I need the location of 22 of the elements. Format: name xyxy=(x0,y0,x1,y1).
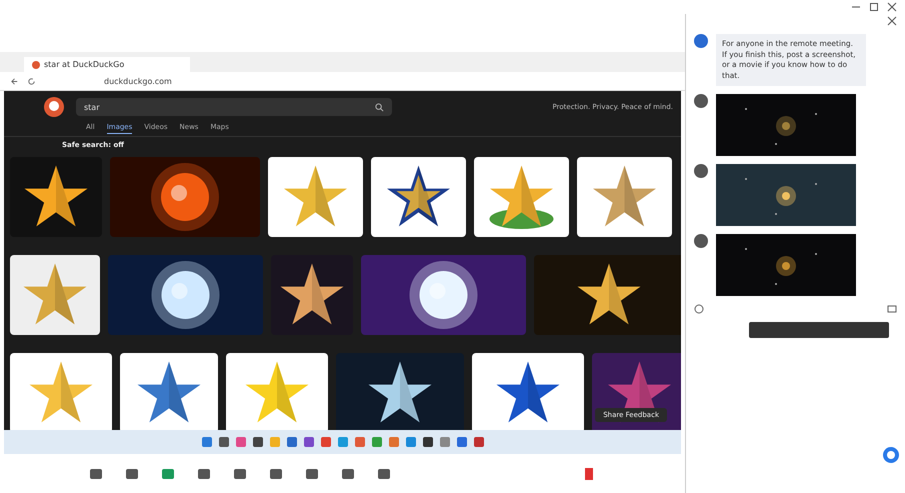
toolbar-icon[interactable] xyxy=(232,466,246,480)
back-arrow-icon[interactable] xyxy=(10,76,19,86)
toolbar-icon[interactable] xyxy=(376,466,390,480)
avatar-icon xyxy=(694,234,708,248)
toolbar-icon[interactable] xyxy=(160,466,174,480)
search-field[interactable]: star xyxy=(76,98,392,116)
close-icon[interactable] xyxy=(887,2,897,12)
avatar-icon xyxy=(694,164,708,178)
toolbar-icon[interactable] xyxy=(196,466,210,480)
toolbar-icon[interactable] xyxy=(268,466,282,480)
browser-tab[interactable]: star at DuckDuckGo xyxy=(24,57,190,72)
maximize-icon[interactable] xyxy=(869,2,879,12)
address-field[interactable]: duckduckgo.com xyxy=(104,76,172,86)
reload-icon[interactable] xyxy=(27,76,36,86)
search-icon[interactable] xyxy=(375,102,384,112)
toolbar-icon[interactable] xyxy=(340,466,354,480)
avatar-icon xyxy=(694,34,708,48)
toolbar-icon[interactable] xyxy=(124,466,138,480)
avatar-icon xyxy=(694,94,708,108)
close-icon[interactable] xyxy=(887,16,897,26)
toolbar-icon[interactable] xyxy=(304,466,318,480)
toolbar-icon[interactable] xyxy=(88,466,102,480)
